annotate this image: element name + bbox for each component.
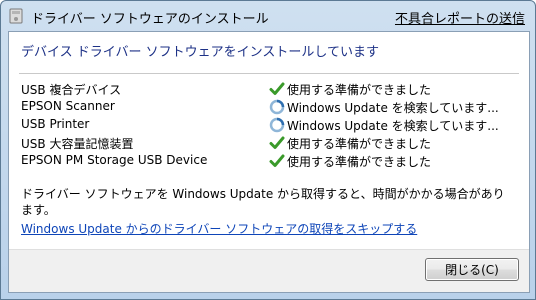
close-button[interactable]: 閉じる(C) <box>425 258 519 281</box>
dialog-footer: 閉じる(C) <box>9 249 529 292</box>
device-status: Windows Update を検索しています... <box>287 101 499 115</box>
title-bar[interactable]: ドライバー ソフトウェアのインストール 不具合レポートの送信 <box>1 1 535 31</box>
device-status: 使用する準備ができました <box>287 137 432 151</box>
heading-divider <box>19 73 519 74</box>
info-note: ドライバー ソフトウェアを Windows Update から取得すると、時間が… <box>21 187 505 217</box>
check-icon <box>269 154 285 167</box>
page-heading: デバイス ドライバー ソフトウェアをインストールしています <box>21 45 379 60</box>
device-status: Windows Update を検索しています... <box>287 119 499 133</box>
device-status: 使用する準備ができました <box>287 83 432 97</box>
content-panel: デバイス ドライバー ソフトウェアをインストールしています USB 複合デバイス… <box>8 31 530 293</box>
device-name: EPSON PM Storage USB Device <box>21 153 208 167</box>
device-name: EPSON Scanner <box>21 99 115 113</box>
driver-install-window: ドライバー ソフトウェアのインストール 不具合レポートの送信 デバイス ドライバ… <box>0 0 536 300</box>
device-row: USB Printer Windows Update を検索しています... <box>21 116 521 134</box>
check-icon <box>269 136 285 149</box>
device-name: USB 大容量記憶装置 <box>21 137 134 151</box>
device-name: USB 複合デバイス <box>21 83 122 97</box>
searching-icon <box>269 117 285 133</box>
searching-icon <box>269 99 285 115</box>
check-icon <box>269 82 285 95</box>
device-row: USB 大容量記憶装置 使用する準備ができました <box>21 134 521 152</box>
send-problem-report-link[interactable]: 不具合レポートの送信 <box>395 8 525 27</box>
window-title: ドライバー ソフトウェアのインストール <box>31 12 269 27</box>
device-row: USB 複合デバイス 使用する準備ができました <box>21 80 521 98</box>
device-row: EPSON PM Storage USB Device 使用する準備ができました <box>21 152 521 170</box>
device-row: EPSON Scanner Windows Update を検索しています... <box>21 98 521 116</box>
device-status: 使用する準備ができました <box>287 155 432 169</box>
device-list: USB 複合デバイス 使用する準備ができました EPSON Scanner Wi… <box>21 80 521 170</box>
skip-windows-update-link[interactable]: Windows Update からのドライバー ソフトウェアの取得をスキップする <box>21 220 417 237</box>
device-name: USB Printer <box>21 117 90 131</box>
device-icon <box>9 8 23 24</box>
